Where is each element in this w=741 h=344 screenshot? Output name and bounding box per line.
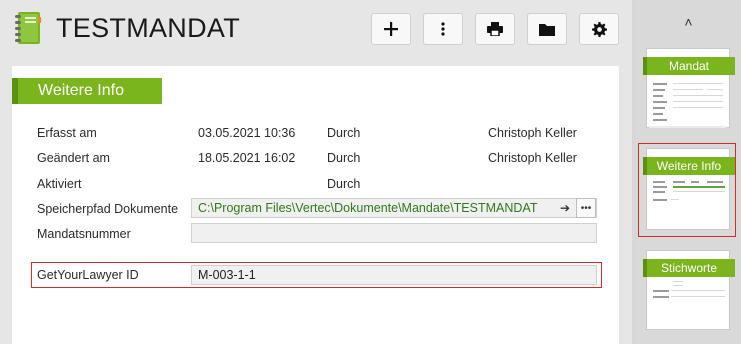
section-title: Weitere Info [12,78,162,104]
page-thumb-mandat[interactable]: Mandat [643,48,735,128]
kebab-icon [441,22,445,36]
selected-page-highlight [638,143,736,237]
mandatsnummer-label: Mandatsnummer [37,227,131,241]
print-button[interactable] [475,13,515,45]
erfasst-label: Erfasst am [37,126,97,140]
gear-icon [591,21,607,37]
page-thumb-label: Mandat [643,57,735,75]
geaendert-by-value: Christoph Keller [488,151,577,165]
getyourlawyer-label: GetYourLawyer ID [37,268,139,282]
app-window: TESTMANDAT Weitere Info Erfasst am 03.05… [0,0,741,344]
page-thumb-stichworte[interactable]: Stichworte [643,250,735,330]
settings-button[interactable] [579,13,619,45]
geaendert-value: 18.05.2021 16:02 [198,151,296,165]
geaendert-label: Geändert am [37,151,110,165]
header: TESTMANDAT [0,0,632,62]
getyourlawyer-value: M-003-1-1 [198,268,256,282]
aktiviert-by-label: Durch [327,177,361,191]
plus-icon [384,22,398,36]
folder-button[interactable] [527,13,567,45]
open-path-arrow-icon[interactable]: ➔ [556,199,574,217]
scroll-up-chevron-icon[interactable]: ˄ [636,14,741,30]
more-button[interactable] [423,13,463,45]
browse-path-button[interactable]: ••• [576,198,596,218]
erfasst-value: 03.05.2021 10:36 [198,126,296,140]
printer-icon [487,22,503,36]
add-button[interactable] [371,13,411,45]
speicherpfad-field[interactable]: C:\Program Files\Vertec\Dokumente\Mandat… [191,198,597,218]
erfasst-by-label: Durch [327,126,361,140]
page-thumb-label: Stichworte [643,259,735,277]
folder-icon [539,23,555,36]
speicherpfad-value: C:\Program Files\Vertec\Dokumente\Mandat… [198,201,538,215]
speicherpfad-label: Speicherpfad Dokumente [37,202,179,216]
mandatsnummer-field[interactable] [191,223,597,243]
geaendert-by-label: Durch [327,151,361,165]
erfasst-by-value: Christoph Keller [488,126,577,140]
page-title: TESTMANDAT [56,13,240,43]
aktiviert-label: Aktiviert [37,177,82,191]
notebook-logo-icon [15,12,41,44]
getyourlawyer-field[interactable]: M-003-1-1 [191,265,597,285]
